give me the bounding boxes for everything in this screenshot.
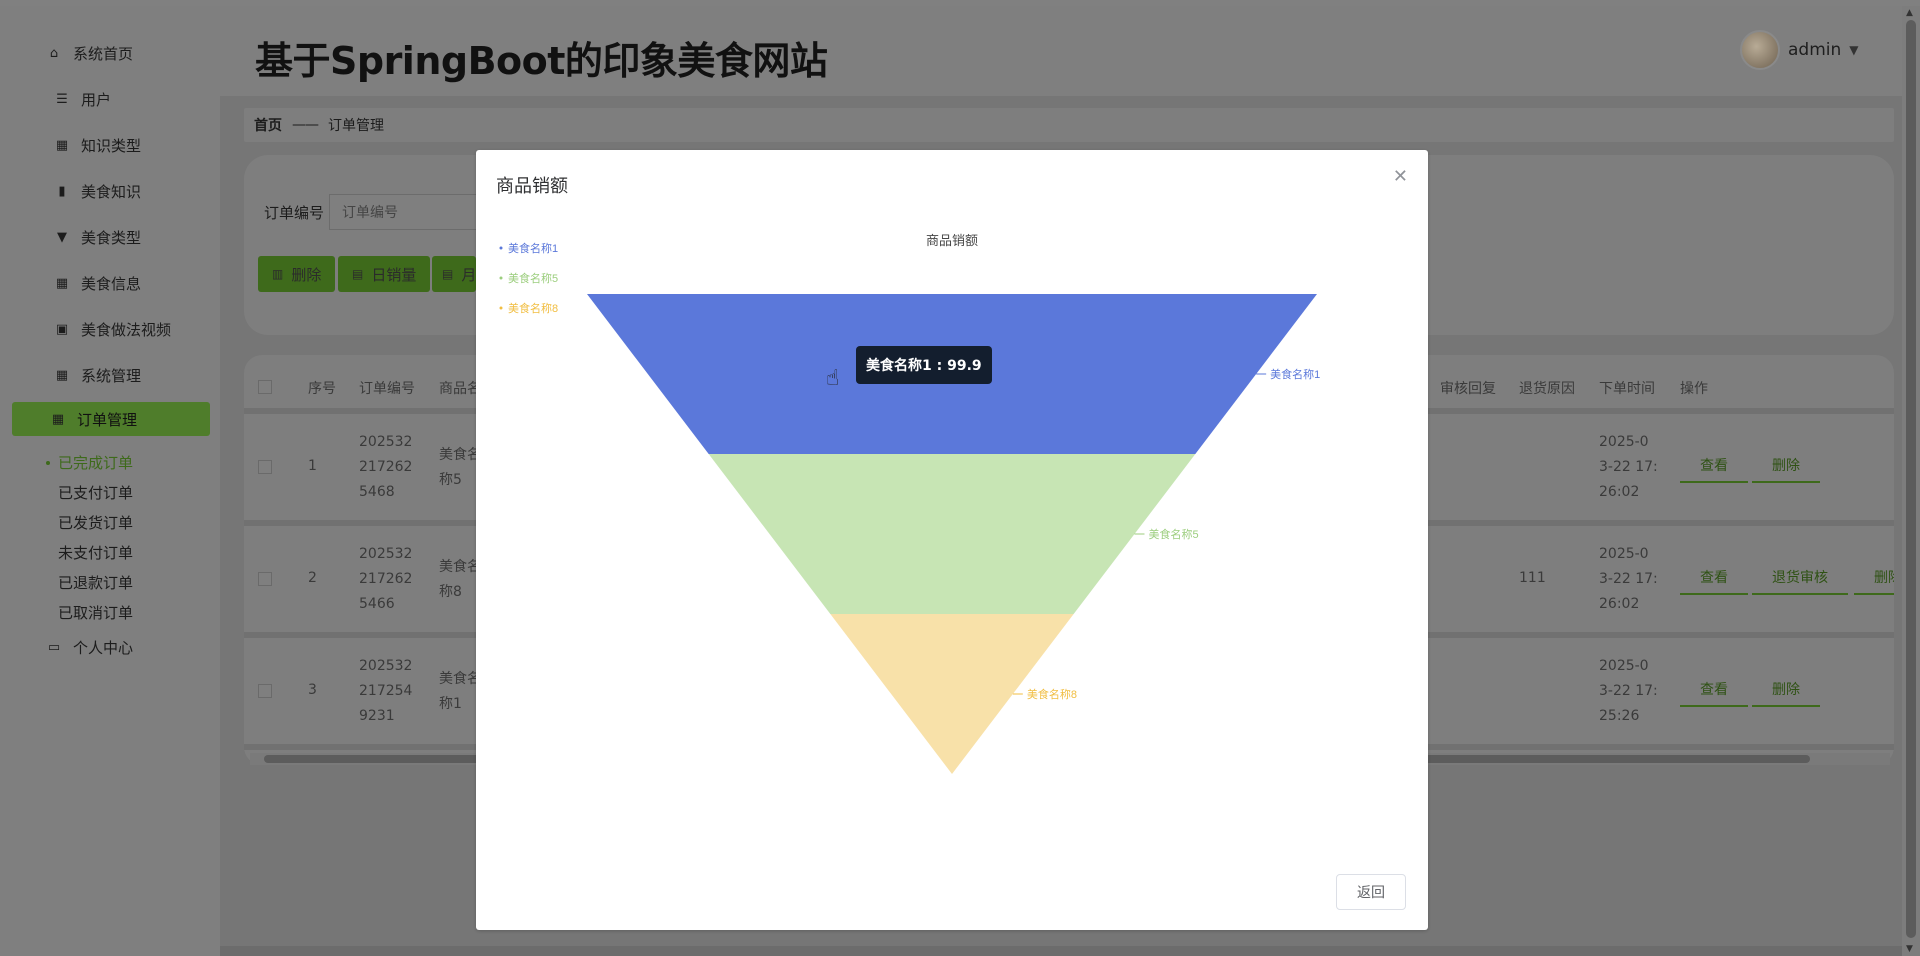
funnel-chart: 商品销额 美食名称1 美食名称5 美食名称8 美食名称1 美食名称5 美食名称8	[499, 233, 1320, 774]
chart-tooltip: 美食名称1 : 99.9	[856, 346, 992, 384]
funnel-segment[interactable]	[708, 454, 1196, 614]
legend-marker	[499, 306, 503, 310]
funnel-label: 美食名称8	[1027, 687, 1077, 701]
legend-marker	[499, 246, 503, 250]
funnel-label: 美食名称1	[1270, 367, 1320, 381]
legend-label: 美食名称1	[508, 241, 558, 255]
funnel-label: 美食名称5	[1149, 527, 1199, 541]
legend-item[interactable]: 美食名称8	[499, 301, 559, 315]
legend-marker	[499, 276, 503, 280]
legend-label: 美食名称5	[508, 271, 558, 285]
legend-label: 美食名称8	[508, 301, 558, 315]
legend-item[interactable]: 美食名称5	[499, 271, 559, 285]
chart-title: 商品销额	[926, 233, 978, 248]
legend-item[interactable]: 美食名称1	[499, 241, 559, 255]
back-button[interactable]: 返回	[1336, 874, 1406, 910]
hand-cursor-icon: ☝	[826, 366, 840, 391]
